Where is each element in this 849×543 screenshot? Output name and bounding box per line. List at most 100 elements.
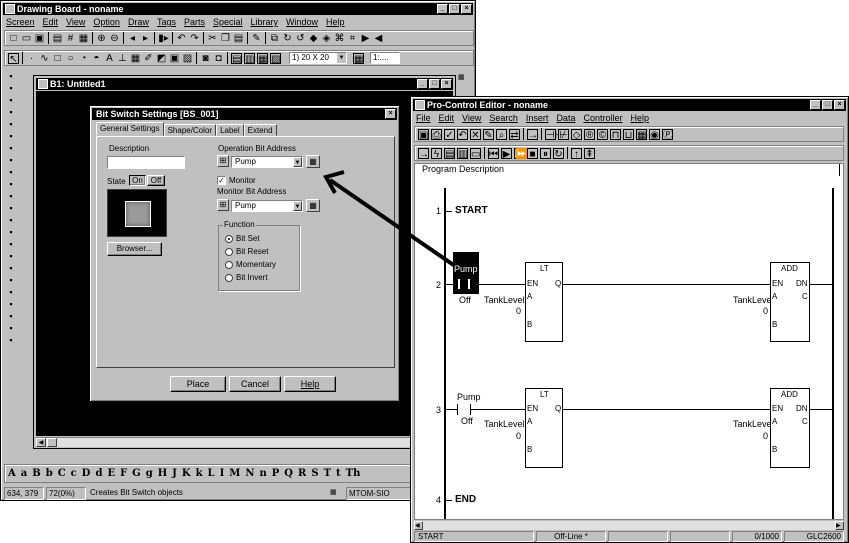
ed-pause-icon[interactable]: ⏸ bbox=[540, 147, 551, 160]
state-on-button[interactable]: On bbox=[129, 175, 146, 186]
rung-2-lt-block[interactable]: LT EN Q A B bbox=[525, 264, 563, 342]
function-option[interactable]: Bit Invert bbox=[225, 271, 276, 284]
diamond-icon[interactable]: ◆ bbox=[308, 33, 319, 44]
font-letter-button[interactable]: P bbox=[272, 468, 280, 479]
zoom-out-icon[interactable]: ⊖ bbox=[109, 33, 120, 44]
monitor-picker-icon[interactable]: ⊞ bbox=[217, 199, 229, 211]
radio-icon[interactable] bbox=[225, 234, 233, 243]
ed-arrow-icon[interactable]: → bbox=[418, 147, 429, 160]
jump-icon[interactable]: ▮▸ bbox=[158, 33, 169, 44]
help-button[interactable]: Help bbox=[284, 376, 336, 392]
fill-icon[interactable]: ◓ bbox=[91, 53, 102, 64]
font-letter-button[interactable]: n bbox=[259, 468, 266, 479]
ed-menu-help[interactable]: Help bbox=[630, 112, 649, 124]
right-tool-icon[interactable]: ▦ bbox=[458, 74, 465, 81]
zoom-in-icon[interactable]: ⊕ bbox=[96, 33, 107, 44]
tool-s-icon[interactable]: ▪ bbox=[6, 287, 17, 298]
arrange-icon[interactable]: ⌗ bbox=[347, 33, 358, 44]
ed-print-icon[interactable]: ⎙ bbox=[431, 128, 442, 141]
front-icon[interactable]: ▶ bbox=[360, 33, 371, 44]
font-letter-button[interactable]: D bbox=[82, 468, 91, 479]
ed-check-icon[interactable]: ✓ bbox=[444, 128, 455, 141]
tool-e-icon[interactable]: ▪ bbox=[6, 119, 17, 130]
ed-goto-icon[interactable]: → bbox=[527, 128, 538, 141]
tool-w-icon[interactable]: ▪ bbox=[6, 335, 17, 346]
function-option[interactable]: Bit Set bbox=[225, 232, 276, 245]
ed-reset-icon[interactable]: © bbox=[597, 128, 608, 141]
rung-2-contact-selected[interactable]: Pump bbox=[453, 252, 479, 294]
font-letter-button[interactable]: N bbox=[245, 468, 254, 479]
grid-icon[interactable]: # bbox=[65, 33, 76, 44]
tool-g-icon[interactable]: ▪ bbox=[6, 143, 17, 154]
ed-menu-file[interactable]: File bbox=[416, 112, 431, 124]
tool-r-icon[interactable]: ▪ bbox=[6, 275, 17, 286]
font-letter-button[interactable]: I bbox=[220, 468, 225, 479]
rung-3-add-block[interactable]: ADD EN DN A C B bbox=[770, 390, 810, 468]
dialog-tab-shape-color[interactable]: Shape/Color bbox=[163, 124, 217, 136]
ed-info-icon[interactable]: ◉ bbox=[649, 128, 660, 141]
scroll-left-icon[interactable]: ◀ bbox=[36, 438, 46, 447]
font-letter-button[interactable]: K bbox=[182, 468, 191, 479]
dialog-tab-extend[interactable]: Extend bbox=[243, 124, 277, 136]
arc-icon[interactable]: ◔ bbox=[78, 53, 89, 64]
db-menu-screen[interactable]: Screen bbox=[6, 16, 35, 28]
ed-coil-icon[interactable]: ◇ bbox=[571, 128, 582, 141]
ed-flash-icon[interactable]: ϟ bbox=[431, 147, 442, 160]
ed-tag2-icon[interactable]: ▥ bbox=[457, 147, 468, 160]
font-letter-button[interactable]: T bbox=[324, 468, 331, 479]
font-letter-button[interactable]: S bbox=[311, 468, 318, 479]
font-letter-button[interactable]: E bbox=[107, 468, 115, 479]
text-icon[interactable]: A bbox=[104, 53, 115, 64]
monitor-address-select[interactable]: Pump ▼ bbox=[231, 200, 303, 212]
child-close-button[interactable]: × bbox=[441, 79, 452, 89]
db-menu-edit[interactable]: Edit bbox=[43, 16, 59, 28]
ed-up-icon[interactable]: ↑ bbox=[571, 147, 582, 160]
pencil-icon[interactable]: ✎ bbox=[251, 33, 262, 44]
ed-tag-icon[interactable]: ▤ bbox=[444, 147, 455, 160]
new-icon[interactable]: □ bbox=[8, 33, 19, 44]
tool-k-icon[interactable]: ▪ bbox=[6, 191, 17, 202]
tool-p-icon[interactable]: ▪ bbox=[6, 251, 17, 262]
child-minimize-button[interactable]: _ bbox=[417, 79, 428, 89]
db-menu-help[interactable]: Help bbox=[326, 16, 345, 28]
font-letter-button[interactable]: g bbox=[146, 468, 153, 479]
rectangle-icon[interactable]: □ bbox=[52, 53, 63, 64]
cancel-button[interactable]: Cancel bbox=[229, 376, 281, 392]
ed-save-icon[interactable]: ▣ bbox=[418, 128, 429, 141]
ed-scroll-left-icon[interactable]: ◀ bbox=[414, 521, 423, 530]
font-letter-button[interactable]: Th bbox=[346, 468, 361, 479]
ed-menu-controller[interactable]: Controller bbox=[583, 112, 622, 124]
paint-icon[interactable]: ◩ bbox=[156, 53, 167, 64]
function-option[interactable]: Momentary bbox=[225, 258, 276, 271]
tool-t-icon[interactable]: ▪ bbox=[6, 299, 17, 310]
scroll-thumb[interactable] bbox=[47, 438, 57, 447]
child-maximize-button[interactable]: □ bbox=[429, 79, 440, 89]
font-letter-button[interactable]: k bbox=[196, 468, 203, 479]
ed-play-icon[interactable]: ▶ bbox=[501, 147, 512, 160]
font-letter-button[interactable]: A bbox=[8, 468, 16, 479]
address-picker-icon[interactable]: ⊞ bbox=[217, 155, 229, 167]
cut-icon[interactable]: ✂ bbox=[207, 33, 218, 44]
db-menu-option[interactable]: Option bbox=[93, 16, 120, 28]
mark2-icon[interactable]: ◘ bbox=[213, 53, 224, 64]
browse-button[interactable]: Browser... bbox=[107, 242, 162, 256]
view3-icon[interactable]: ▦ bbox=[257, 52, 268, 65]
tool-a-icon[interactable]: ▪ bbox=[6, 71, 17, 82]
state-off-button[interactable]: Off bbox=[147, 175, 165, 186]
rotate-left-icon[interactable]: ↺ bbox=[295, 33, 306, 44]
tool-q-icon[interactable]: ▪ bbox=[6, 263, 17, 274]
font-letter-button[interactable]: b bbox=[46, 468, 53, 479]
rung-2-add-block[interactable]: ADD EN DN A C B bbox=[770, 264, 810, 342]
ed-scroll-right-icon[interactable]: ▶ bbox=[835, 521, 844, 530]
db-menu-view[interactable]: View bbox=[66, 16, 85, 28]
ed-fast-icon[interactable]: ⏩ bbox=[514, 147, 527, 160]
extra-select[interactable]: 1:.... bbox=[370, 52, 400, 64]
ed-var-icon[interactable]: ▦ bbox=[636, 128, 647, 141]
db-menu-tags[interactable]: Tags bbox=[157, 16, 176, 28]
maximize-button[interactable]: □ bbox=[449, 4, 460, 14]
tool-c-icon[interactable]: ▪ bbox=[6, 95, 17, 106]
font-letter-button[interactable]: H bbox=[158, 468, 167, 479]
next-icon[interactable]: ▸ bbox=[140, 33, 151, 44]
ed-refresh-icon[interactable]: ↻ bbox=[553, 147, 564, 160]
font-letter-button[interactable]: R bbox=[298, 468, 306, 479]
